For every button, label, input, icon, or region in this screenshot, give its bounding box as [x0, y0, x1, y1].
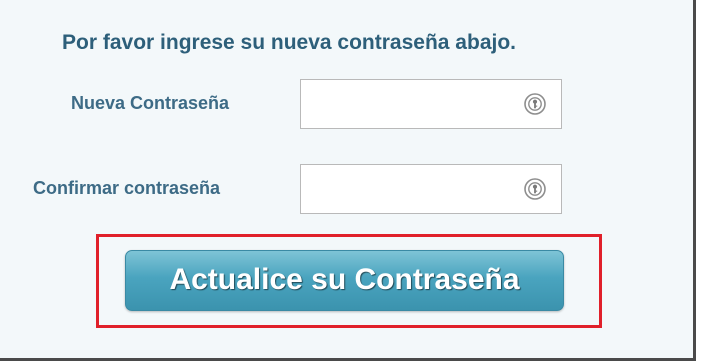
update-password-button[interactable]: Actualice su Contraseña	[125, 250, 564, 311]
new-password-field-container[interactable]	[300, 79, 562, 129]
confirm-password-field-container[interactable]	[300, 164, 562, 214]
confirm-password-label: Confirmar contraseña	[33, 178, 221, 198]
confirm-password-input[interactable]	[301, 165, 521, 213]
password-manager-icon[interactable]	[523, 177, 547, 201]
password-reset-panel: Por favor ingrese su nueva contraseña ab…	[0, 0, 696, 361]
instruction-heading: Por favor ingrese su nueva contraseña ab…	[62, 31, 516, 54]
new-password-label: Nueva Contraseña	[71, 93, 230, 113]
password-manager-icon[interactable]	[523, 92, 547, 116]
new-password-input[interactable]	[301, 80, 521, 128]
